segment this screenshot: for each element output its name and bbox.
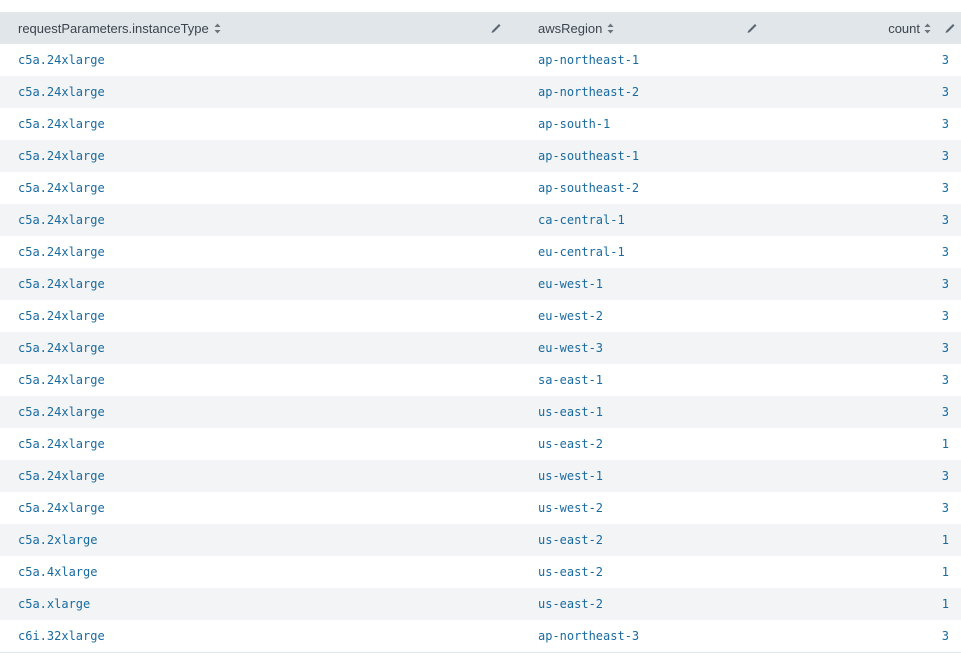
cell-instance-type[interactable]: c6i.32xlarge: [0, 620, 520, 652]
cell-count[interactable]: 3: [780, 492, 961, 524]
header-row: requestParameters.instanceType awsRegion…: [0, 12, 961, 44]
cell-count[interactable]: 3: [780, 268, 961, 300]
cell-aws-region[interactable]: us-east-2: [520, 524, 780, 556]
cell-count[interactable]: 3: [780, 332, 961, 364]
table-row: c5a.24xlarge us-east-2 1: [0, 428, 961, 460]
table-row: c5a.24xlarge eu-central-1 3: [0, 236, 961, 268]
cell-instance-type[interactable]: c5a.4xlarge: [0, 556, 520, 588]
cell-aws-region[interactable]: us-east-2: [520, 428, 780, 460]
cell-aws-region[interactable]: ca-central-1: [520, 204, 780, 236]
pencil-icon[interactable]: [490, 22, 502, 34]
table-row: c5a.24xlarge us-west-1 3: [0, 460, 961, 492]
cell-count[interactable]: 3: [780, 460, 961, 492]
table-row: c5a.24xlarge ca-central-1 3: [0, 204, 961, 236]
table-row: c6i.32xlarge ap-northeast-3 3: [0, 620, 961, 652]
table-row: c5a.24xlarge ap-northeast-1 3: [0, 44, 961, 76]
cell-count[interactable]: 3: [780, 300, 961, 332]
table-row: c5a.24xlarge ap-south-1 3: [0, 108, 961, 140]
table-row: c5a.24xlarge eu-west-2 3: [0, 300, 961, 332]
cell-aws-region[interactable]: ap-northeast-2: [520, 76, 780, 108]
table-row: c5a.4xlarge us-east-2 1: [0, 556, 961, 588]
table-row: c5a.24xlarge ap-northeast-2 3: [0, 76, 961, 108]
table-row: c5a.24xlarge eu-west-3 3: [0, 332, 961, 364]
cell-count[interactable]: 3: [780, 620, 961, 652]
cell-count[interactable]: 3: [780, 364, 961, 396]
cell-instance-type[interactable]: c5a.24xlarge: [0, 364, 520, 396]
cell-count[interactable]: 1: [780, 556, 961, 588]
column-header-label: requestParameters.instanceType: [18, 21, 209, 37]
table-header: requestParameters.instanceType awsRegion…: [0, 12, 961, 44]
table-row: c5a.24xlarge us-west-2 3: [0, 492, 961, 524]
pencil-icon[interactable]: [746, 22, 758, 34]
cell-aws-region[interactable]: us-east-2: [520, 556, 780, 588]
cell-aws-region[interactable]: us-west-2: [520, 492, 780, 524]
cell-count[interactable]: 1: [780, 588, 961, 620]
table-row: c5a.24xlarge us-east-1 3: [0, 396, 961, 428]
cell-count[interactable]: 3: [780, 236, 961, 268]
cell-instance-type[interactable]: c5a.24xlarge: [0, 332, 520, 364]
column-header-count[interactable]: count: [780, 12, 961, 44]
cell-instance-type[interactable]: c5a.24xlarge: [0, 140, 520, 172]
cell-instance-type[interactable]: c5a.24xlarge: [0, 236, 520, 268]
cell-count[interactable]: 3: [780, 204, 961, 236]
cell-aws-region[interactable]: sa-east-1: [520, 364, 780, 396]
table-row: c5a.2xlarge us-east-2 1: [0, 524, 961, 556]
cell-count[interactable]: 3: [780, 140, 961, 172]
cell-instance-type[interactable]: c5a.24xlarge: [0, 300, 520, 332]
cell-count[interactable]: 3: [780, 108, 961, 140]
cell-instance-type[interactable]: c5a.xlarge: [0, 588, 520, 620]
cell-aws-region[interactable]: eu-west-2: [520, 300, 780, 332]
cell-instance-type[interactable]: c5a.24xlarge: [0, 428, 520, 460]
column-header-label: awsRegion: [538, 21, 603, 37]
results-table: requestParameters.instanceType awsRegion…: [0, 12, 961, 652]
pencil-icon[interactable]: [944, 22, 956, 34]
sort-icon[interactable]: [214, 23, 221, 34]
cell-instance-type[interactable]: c5a.24xlarge: [0, 76, 520, 108]
cell-aws-region[interactable]: eu-west-1: [520, 268, 780, 300]
cell-aws-region[interactable]: us-west-1: [520, 460, 780, 492]
cell-count[interactable]: 3: [780, 396, 961, 428]
column-header-instance-type[interactable]: requestParameters.instanceType: [0, 12, 520, 44]
cell-aws-region[interactable]: ap-southeast-1: [520, 140, 780, 172]
cell-count[interactable]: 3: [780, 76, 961, 108]
table-row: c5a.24xlarge sa-east-1 3: [0, 364, 961, 396]
cell-aws-region[interactable]: ap-northeast-3: [520, 620, 780, 652]
cell-count[interactable]: 3: [780, 172, 961, 204]
column-header-aws-region[interactable]: awsRegion: [520, 12, 780, 44]
cell-aws-region[interactable]: ap-south-1: [520, 108, 780, 140]
cell-aws-region[interactable]: us-east-1: [520, 396, 780, 428]
table-row: c5a.24xlarge ap-southeast-1 3: [0, 140, 961, 172]
cell-instance-type[interactable]: c5a.24xlarge: [0, 460, 520, 492]
cell-count[interactable]: 3: [780, 44, 961, 76]
table-row: c5a.24xlarge ap-southeast-2 3: [0, 172, 961, 204]
cell-instance-type[interactable]: c5a.24xlarge: [0, 204, 520, 236]
sort-icon[interactable]: [924, 23, 931, 34]
cell-aws-region[interactable]: us-east-2: [520, 588, 780, 620]
column-header-label: count: [888, 21, 920, 37]
cell-instance-type[interactable]: c5a.24xlarge: [0, 396, 520, 428]
sort-icon[interactable]: [607, 23, 614, 34]
table-row: c5a.24xlarge eu-west-1 3: [0, 268, 961, 300]
cell-aws-region[interactable]: ap-northeast-1: [520, 44, 780, 76]
table-row: c5a.xlarge us-east-2 1: [0, 588, 961, 620]
cell-instance-type[interactable]: c5a.24xlarge: [0, 492, 520, 524]
cell-aws-region[interactable]: ap-southeast-2: [520, 172, 780, 204]
table-body: c5a.24xlarge ap-northeast-1 3 c5a.24xlarge…: [0, 44, 961, 652]
cell-aws-region[interactable]: eu-central-1: [520, 236, 780, 268]
cell-count[interactable]: 1: [780, 524, 961, 556]
cell-instance-type[interactable]: c5a.24xlarge: [0, 44, 520, 76]
cell-instance-type[interactable]: c5a.2xlarge: [0, 524, 520, 556]
table-bottom-divider: [0, 652, 961, 653]
cell-aws-region[interactable]: eu-west-3: [520, 332, 780, 364]
cell-instance-type[interactable]: c5a.24xlarge: [0, 108, 520, 140]
cell-instance-type[interactable]: c5a.24xlarge: [0, 268, 520, 300]
cell-count[interactable]: 1: [780, 428, 961, 460]
cell-instance-type[interactable]: c5a.24xlarge: [0, 172, 520, 204]
